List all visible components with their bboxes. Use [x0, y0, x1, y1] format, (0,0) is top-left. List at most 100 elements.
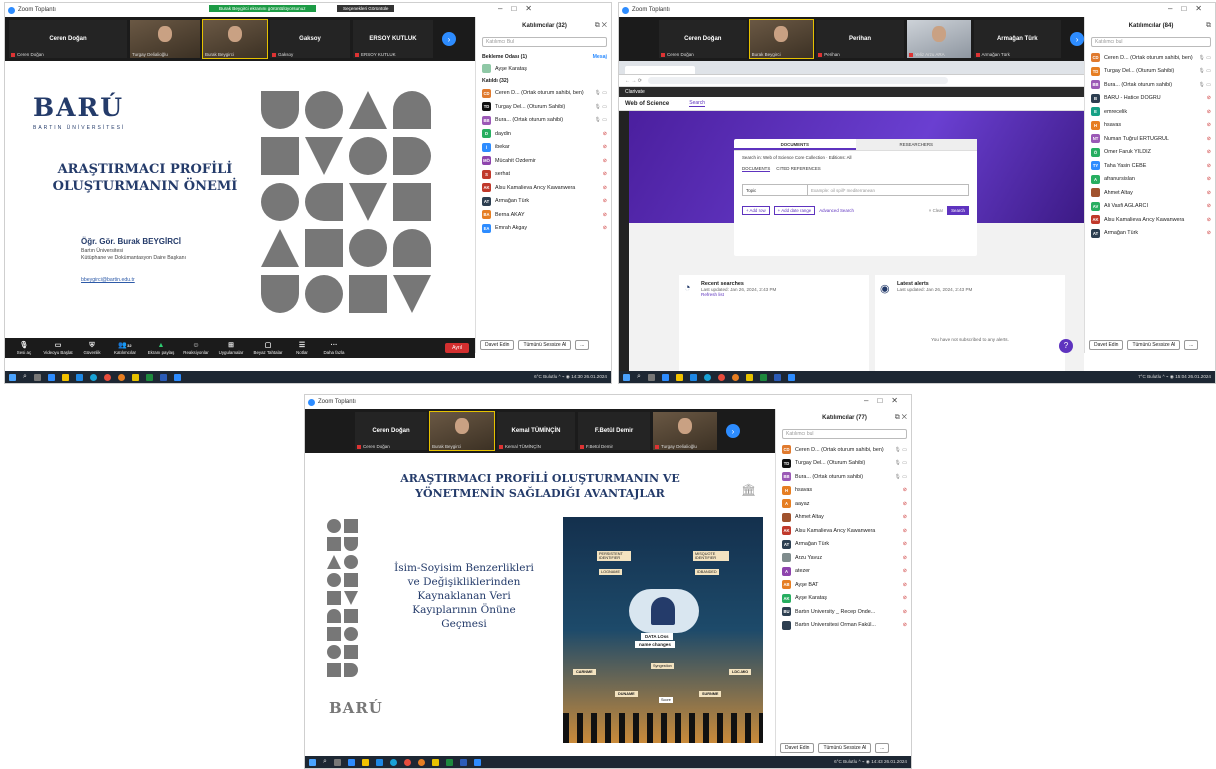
app-icon[interactable]: [347, 758, 355, 766]
excel-icon[interactable]: [145, 373, 153, 381]
participant-row[interactable]: AV Ali Vasfi AĞLARCI ⊘: [1085, 200, 1215, 214]
video-tile[interactable]: Turgay Delialioğlu: [130, 20, 200, 58]
leave-button[interactable]: Ayrıl: [445, 343, 469, 353]
message-link[interactable]: Mesaj: [593, 54, 607, 60]
participant-row[interactable]: CD Ceren D... (Ortak oturum sahibi, ben) 🎙…: [1085, 51, 1215, 65]
participant-row[interactable]: CD Ceren D... (Ortak oturum sahibi, ben) 🎙…: [776, 443, 911, 457]
word-icon[interactable]: [773, 373, 781, 381]
participant-row[interactable]: B BARÜ - Hatice DOĞRU ⊘: [1085, 92, 1215, 106]
app-icon[interactable]: [375, 758, 383, 766]
app-icon[interactable]: [431, 758, 439, 766]
video-tile-presenter[interactable]: Burak Beygirci: [748, 19, 815, 59]
folder-icon[interactable]: [675, 373, 683, 381]
video-tile[interactable]: Turgay Delialioğlu: [653, 412, 717, 450]
video-tile-presenter[interactable]: Burak Beygirci: [202, 19, 268, 59]
more-options-button[interactable]: ...: [875, 743, 890, 753]
whiteboards-button[interactable]: ▢ Beyaz Tahtalar: [249, 342, 287, 355]
mute-all-button[interactable]: Tümünü Sessize Al: [518, 340, 572, 350]
firefox-icon[interactable]: [731, 373, 739, 381]
add-row-button[interactable]: + Add row: [742, 206, 770, 215]
app-icon[interactable]: [661, 373, 669, 381]
subtab-cited[interactable]: CITED REFERENCES: [776, 166, 820, 172]
participant-row[interactable]: TD Turgay Del... (Oturum Sahibi) 🎙 ▭: [476, 100, 611, 114]
window-controls[interactable]: –□✕: [498, 4, 541, 13]
invite-button[interactable]: Davet Edin: [1089, 340, 1124, 350]
chrome-icon[interactable]: [403, 758, 411, 766]
windows-start-icon[interactable]: [9, 373, 16, 381]
zoom-taskbar-icon[interactable]: [787, 373, 795, 381]
participant-row[interactable]: Ddaydin ⊘: [476, 127, 611, 141]
video-tile[interactable]: Armağan Türk Armağan Türk: [973, 20, 1062, 58]
participant-row[interactable]: AK Alsu Kamalieva Arıcy Kawanwera ⊘: [776, 524, 911, 538]
subtab-documents[interactable]: DOCUMENTS: [742, 166, 771, 172]
app-icon[interactable]: [689, 373, 697, 381]
participant-row[interactable]: Ö Ömer Faruk YILDIZ ⊘: [1085, 146, 1215, 160]
invite-button[interactable]: Davet Edin: [780, 743, 815, 753]
participant-row[interactable]: Arzu Yavuz ⊘: [776, 551, 911, 565]
participant-row[interactable]: Hhsavas ⊘: [776, 484, 911, 498]
view-options-button[interactable]: Seçenekleri Görüntüle: [337, 5, 395, 12]
next-page-icon[interactable]: ›: [726, 424, 740, 438]
participant-row[interactable]: Hhsavas ⊘: [1085, 119, 1215, 133]
app-icon[interactable]: [47, 373, 55, 381]
participant-row[interactable]: NT Numan Tuğrul ERTUĞRUL ⊘: [1085, 132, 1215, 146]
participant-row[interactable]: TD Turgay Del... (Oturum Sahibi) 🎙 ▭: [1085, 65, 1215, 79]
start-video-button[interactable]: ▭ Videoyu Başlat: [39, 342, 77, 355]
window-controls[interactable]: –□✕: [1168, 4, 1211, 13]
advanced-search-link[interactable]: Advanced Search: [819, 208, 854, 213]
query-input[interactable]: Example: oil spill* mediterranean: [808, 184, 969, 196]
participant-row[interactable]: Aatezer ⊘: [776, 565, 911, 579]
participant-row[interactable]: EA Emrah Akgay ⊘: [476, 222, 611, 236]
app-icon[interactable]: [745, 373, 753, 381]
task-view-icon[interactable]: [33, 373, 41, 381]
participant-row[interactable]: Eemrecelik ⊘: [1085, 105, 1215, 119]
app-icon[interactable]: [75, 373, 83, 381]
participant-row[interactable]: AT Armağan Türk ⊘: [1085, 227, 1215, 241]
word-icon[interactable]: [459, 758, 467, 766]
participant-row[interactable]: BB Bura... (Ortak oturum sahibi) 🎙 ▭: [1085, 78, 1215, 92]
folder-icon[interactable]: [61, 373, 69, 381]
more-options-button[interactable]: ...: [1184, 340, 1199, 350]
participant-row[interactable]: Bartın Üniversitesi Orman Fakül... ⊘: [776, 619, 911, 633]
participant-row[interactable]: Ahmet Altay ⊘: [776, 511, 911, 525]
unmute-button[interactable]: 🎙 Sesi aç: [9, 342, 39, 355]
clear-button[interactable]: × Clear: [929, 208, 943, 213]
participant-row[interactable]: İibekar ⊘: [476, 141, 611, 155]
participant-row[interactable]: BB Bura... (Ortak oturum sahibi) 🎙 ▭: [776, 470, 911, 484]
video-tile[interactable]: Ceren Doğan Ceren Doğan: [659, 20, 747, 58]
participant-row[interactable]: TD Turgay Del... (Oturum Sahibi) 🎙 ▭: [776, 457, 911, 471]
address-bar[interactable]: ← → ⟳: [619, 75, 1084, 87]
app-icon[interactable]: [131, 373, 139, 381]
video-tile[interactable]: Perihan Perihan: [816, 20, 904, 58]
joined-header[interactable]: Katıldı (32): [476, 76, 611, 87]
participant-row[interactable]: Aafranursislan ⊘: [1085, 173, 1215, 187]
participant-row[interactable]: AT Armağan Türk ⊘: [776, 538, 911, 552]
participant-row[interactable]: AK Alsu Kamalieva Arıcy Kawanwera ⊘: [476, 181, 611, 195]
participant-row[interactable]: TY Taha Yasin CEBE ⊘: [1085, 159, 1215, 173]
firefox-icon[interactable]: [417, 758, 425, 766]
field-select[interactable]: Topic: [742, 184, 808, 196]
video-tile[interactable]: Kemal TÜMİNÇİN Kemal TÜMİNÇİN: [497, 412, 575, 450]
video-tile[interactable]: Ceren Doğan Ceren Doğan: [9, 20, 127, 58]
researchers-tab[interactable]: RESEARCHERS: [855, 139, 977, 150]
video-tile[interactable]: Yeliz Arzu ARA: [906, 20, 971, 58]
security-button[interactable]: ⛨ Güvenlik: [77, 342, 107, 355]
waiting-room-header[interactable]: Bekleme Odası (1) Mesaj: [476, 51, 611, 62]
participant-search-input[interactable]: Katılımcı bul: [1091, 37, 1211, 47]
firefox-icon[interactable]: [117, 373, 125, 381]
folder-icon[interactable]: [361, 758, 369, 766]
windows-start-icon[interactable]: [623, 373, 630, 381]
edge-icon[interactable]: [703, 373, 711, 381]
popout-icon[interactable]: ⧉: [1206, 22, 1211, 30]
edge-icon[interactable]: [389, 758, 397, 766]
participant-search-input[interactable]: Katılımcı bul: [782, 429, 907, 439]
search-icon[interactable]: ⌕: [23, 373, 27, 381]
refresh-link[interactable]: Refresh list: [679, 292, 869, 297]
notes-button[interactable]: ☰ Notlar: [287, 342, 317, 355]
video-tile[interactable]: F.Betül Demir F.Betül Demir: [578, 412, 650, 450]
next-page-icon[interactable]: ›: [1070, 32, 1084, 46]
participant-row[interactable]: Ahmet Altay ⊘: [1085, 186, 1215, 200]
video-tile-presenter[interactable]: Burak Beygirci: [429, 411, 495, 451]
invite-button[interactable]: Davet Edin: [480, 340, 515, 350]
zoom-taskbar-icon[interactable]: [473, 758, 481, 766]
